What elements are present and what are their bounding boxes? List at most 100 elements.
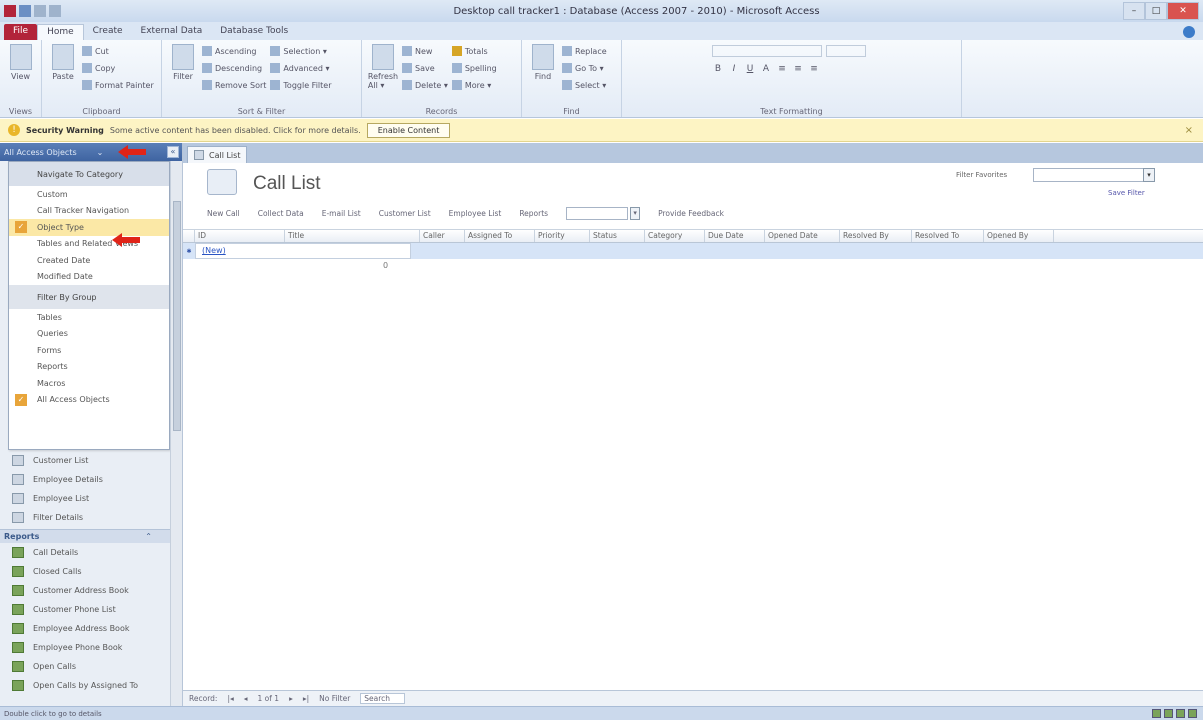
font-size-select[interactable] xyxy=(826,45,866,57)
more-button[interactable]: More ▾ xyxy=(451,78,497,92)
align-center-icon[interactable]: ≡ xyxy=(792,64,804,74)
close-icon[interactable]: × xyxy=(1185,125,1193,136)
dropdown-item-custom[interactable]: Custom xyxy=(9,186,169,203)
tab-file[interactable]: File xyxy=(4,24,38,40)
format-painter-button[interactable]: Format Painter xyxy=(82,78,154,92)
chevron-down-icon[interactable]: ▾ xyxy=(1143,168,1155,182)
align-right-icon[interactable]: ≡ xyxy=(808,64,820,74)
minimize-button[interactable]: – xyxy=(1123,2,1145,20)
spelling-button[interactable]: Spelling xyxy=(451,61,497,75)
new-record-button[interactable]: New xyxy=(402,44,448,58)
totals-button[interactable]: Totals xyxy=(451,44,497,58)
row-selector-header[interactable] xyxy=(183,230,195,242)
column-header-resolved-by[interactable]: Resolved By xyxy=(840,230,912,242)
tab-external-data[interactable]: External Data xyxy=(132,24,212,40)
column-header-id[interactable]: ID xyxy=(195,230,285,242)
dropdown-item-all-access-objects[interactable]: ✓ All Access Objects xyxy=(9,392,169,409)
nav-pane-scrollbar[interactable] xyxy=(170,161,182,710)
refresh-all-button[interactable]: Refresh All ▾ xyxy=(368,44,398,103)
redo-icon[interactable] xyxy=(49,5,61,17)
dropdown-item-created-date[interactable]: Created Date xyxy=(9,252,169,269)
enable-content-button[interactable]: Enable Content xyxy=(366,122,451,138)
security-warning-message[interactable]: Some active content has been disabled. C… xyxy=(110,126,361,135)
filter-button[interactable]: Filter xyxy=(168,44,198,103)
next-record-icon[interactable]: ▸ xyxy=(289,694,293,703)
employee-list-link[interactable]: Employee List xyxy=(449,209,502,218)
nav-item-form[interactable]: Customer List xyxy=(0,451,170,470)
reports-combo[interactable] xyxy=(566,207,629,220)
find-button[interactable]: Find xyxy=(528,44,558,103)
maximize-button[interactable]: □ xyxy=(1145,2,1167,20)
last-record-icon[interactable]: ▸| xyxy=(303,694,309,703)
delete-record-button[interactable]: Delete ▾ xyxy=(402,78,448,92)
selection-button[interactable]: Selection ▾ xyxy=(270,44,331,58)
tab-call-list[interactable]: Call List xyxy=(187,146,248,163)
customer-list-link[interactable]: Customer List xyxy=(379,209,431,218)
previous-record-icon[interactable]: ◂ xyxy=(244,694,248,703)
email-list-link[interactable]: E-mail List xyxy=(322,209,361,218)
align-left-icon[interactable]: ≡ xyxy=(776,64,788,74)
close-button[interactable]: ✕ xyxy=(1167,2,1199,20)
bold-icon[interactable]: B xyxy=(712,64,724,74)
dropdown-item-modified-date[interactable]: Modified Date xyxy=(9,269,169,286)
nav-item-report[interactable]: Open Calls by Assigned To xyxy=(0,676,170,695)
first-record-icon[interactable]: |◂ xyxy=(227,694,233,703)
column-header-resolved-to[interactable]: Resolved To xyxy=(912,230,984,242)
layout-view-icon[interactable] xyxy=(1176,709,1185,718)
column-header-opened-by[interactable]: Opened By xyxy=(984,230,1054,242)
chevron-down-icon[interactable]: ▾ xyxy=(630,207,641,220)
chevron-up-icon[interactable]: ⌃ xyxy=(145,532,152,541)
column-header-title[interactable]: Title xyxy=(285,230,420,242)
copy-button[interactable]: Copy xyxy=(82,61,154,75)
paste-button[interactable]: Paste xyxy=(48,44,78,103)
nav-item-report[interactable]: Employee Phone Book xyxy=(0,638,170,657)
tab-database-tools[interactable]: Database Tools xyxy=(211,24,297,40)
help-icon[interactable] xyxy=(1183,26,1195,38)
tab-home[interactable]: Home xyxy=(37,24,84,40)
dropdown-item-tables[interactable]: Tables xyxy=(9,309,169,326)
ascending-button[interactable]: Ascending xyxy=(202,44,266,58)
filter-favorites-combo[interactable] xyxy=(1033,168,1153,182)
no-filter-indicator[interactable]: No Filter xyxy=(319,694,350,703)
replace-button[interactable]: Replace xyxy=(562,44,607,58)
remove-sort-button[interactable]: Remove Sort xyxy=(202,78,266,92)
nav-item-report[interactable]: Employee Address Book xyxy=(0,619,170,638)
design-view-icon[interactable] xyxy=(1188,709,1197,718)
nav-item-report[interactable]: Customer Phone List xyxy=(0,600,170,619)
chevron-down-icon[interactable]: ⌄ xyxy=(97,148,104,157)
tab-create[interactable]: Create xyxy=(84,24,132,40)
italic-icon[interactable]: I xyxy=(728,64,740,74)
advanced-button[interactable]: Advanced ▾ xyxy=(270,61,331,75)
save-record-button[interactable]: Save xyxy=(402,61,448,75)
font-name-select[interactable] xyxy=(712,45,822,57)
column-header-opened-date[interactable]: Opened Date xyxy=(765,230,840,242)
dropdown-item-macros[interactable]: Macros xyxy=(9,375,169,392)
column-header-category[interactable]: Category xyxy=(645,230,705,242)
column-header-caller[interactable]: Caller xyxy=(420,230,465,242)
search-input[interactable]: Search xyxy=(360,693,406,704)
collect-data-link[interactable]: Collect Data xyxy=(258,209,304,218)
reports-group-header[interactable]: Reports ⌃ xyxy=(0,529,170,543)
new-call-link[interactable]: New Call xyxy=(207,209,240,218)
nav-item-report[interactable]: Call Details xyxy=(0,543,170,562)
column-header-assigned-to[interactable]: Assigned To xyxy=(465,230,535,242)
provide-feedback-link[interactable]: Provide Feedback xyxy=(658,209,724,218)
cut-button[interactable]: Cut xyxy=(82,44,154,58)
toggle-filter-button[interactable]: Toggle Filter xyxy=(270,78,331,92)
dropdown-item-reports[interactable]: Reports xyxy=(9,359,169,376)
nav-item-report[interactable]: Closed Calls xyxy=(0,562,170,581)
save-icon[interactable] xyxy=(19,5,31,17)
nav-item-report[interactable]: Customer Address Book xyxy=(0,581,170,600)
dropdown-item-call-tracker-navigation[interactable]: Call Tracker Navigation xyxy=(9,203,169,220)
nav-pane-header[interactable]: All Access Objects ⌄ « xyxy=(0,143,182,161)
table-row[interactable]: ✱ (New) xyxy=(183,243,1203,259)
nav-item-report[interactable]: Open Calls xyxy=(0,657,170,676)
select-button[interactable]: Select ▾ xyxy=(562,78,607,92)
dropdown-item-queries[interactable]: Queries xyxy=(9,326,169,343)
column-header-due-date[interactable]: Due Date xyxy=(705,230,765,242)
goto-button[interactable]: Go To ▾ xyxy=(562,61,607,75)
underline-icon[interactable]: U xyxy=(744,64,756,74)
dropdown-item-tables-related-views[interactable]: Tables and Related Views xyxy=(9,236,169,253)
column-header-priority[interactable]: Priority xyxy=(535,230,590,242)
form-view-icon[interactable] xyxy=(1152,709,1161,718)
